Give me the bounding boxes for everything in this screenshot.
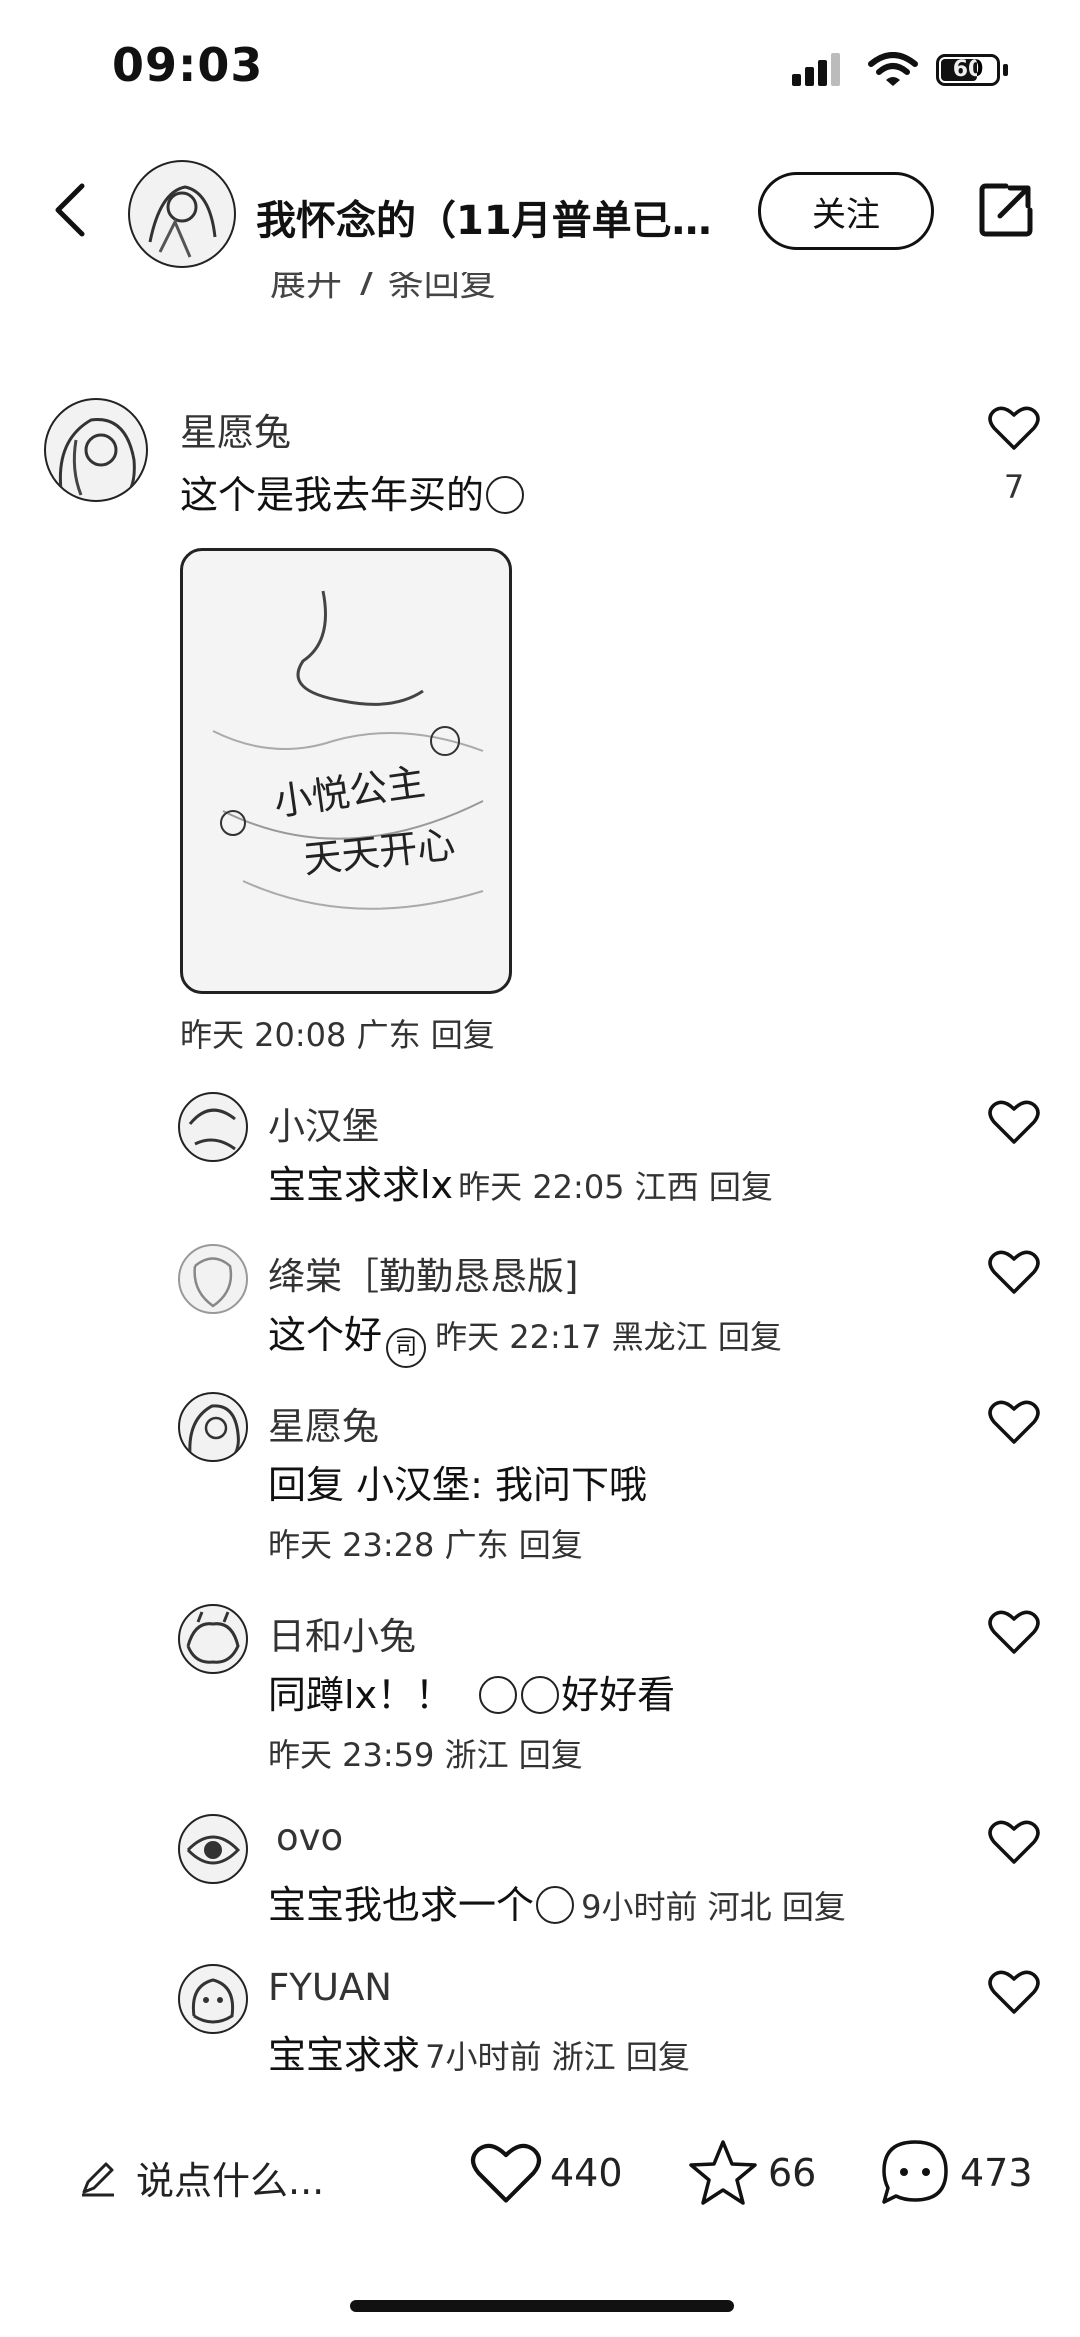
status-time: 09:03 [112, 38, 264, 92]
post-like-button[interactable]: 440 [470, 2140, 623, 2206]
reply-avatar[interactable] [178, 1244, 248, 1314]
reply-meta: 昨天 23:59 浙江 回复 [268, 1736, 583, 1774]
comment-username[interactable]: 星愿兔 [180, 402, 291, 456]
pencil-icon [82, 2162, 114, 2196]
comment-text: 这个是我去年买的 [180, 464, 526, 519]
like-icon[interactable] [988, 1818, 1040, 1866]
reply-username[interactable]: 绛棠［勤勤恳恳版] [268, 1246, 578, 1300]
signal-icon [792, 52, 842, 86]
reply-avatar[interactable] [178, 1604, 248, 1674]
reply-username[interactable]: 星愿兔 [268, 1396, 379, 1450]
reply-body: 宝宝求求lx 昨天 22:05 江西 回复 [268, 1163, 773, 1207]
post-favorite-button[interactable]: 66 [686, 2136, 816, 2210]
author-avatar[interactable] [128, 160, 236, 268]
like-icon[interactable] [988, 1398, 1040, 1446]
input-placeholder: 说点什么... [136, 2159, 325, 2203]
sticker-emoji [486, 476, 525, 514]
expand-replies-partial[interactable]: 展开 7 条回复 [270, 272, 570, 300]
like-icon[interactable] [988, 1098, 1040, 1146]
reply-avatar[interactable] [178, 1814, 248, 1884]
share-icon[interactable] [976, 180, 1036, 240]
like-icon[interactable] [988, 1968, 1040, 2016]
comment-meta: 昨天 20:08 广东 回复 [180, 1016, 495, 1054]
like-icon[interactable] [988, 1608, 1040, 1656]
reply-avatar[interactable] [178, 1392, 248, 1462]
sticker-emoji [521, 1676, 560, 1714]
heart-icon [470, 2143, 542, 2203]
back-icon[interactable] [50, 180, 90, 240]
star-icon [689, 2140, 757, 2205]
home-indicator [350, 2300, 734, 2312]
reply-username[interactable]: ovo [276, 1816, 343, 1859]
reply-username[interactable]: 小汉堡 [268, 1096, 379, 1150]
reply-meta: 昨天 23:28 广东 回复 [268, 1526, 583, 1564]
reply-text: 回复 小汉堡: 我问下哦 [268, 1463, 647, 1507]
comment-input[interactable]: 说点什么... [78, 2150, 324, 2205]
sticker-emoji [479, 1676, 518, 1714]
like-count: 440 [550, 2151, 623, 2195]
comment-count: 473 [960, 2151, 1033, 2195]
like-count: 7 [1003, 468, 1025, 506]
wifi-icon [868, 52, 918, 86]
comment-avatar[interactable] [44, 398, 148, 502]
battery-icon: 60 [936, 54, 1010, 86]
post-title: 我怀念的（11月普单已… [256, 198, 712, 244]
post-comment-button[interactable]: 473 [878, 2136, 1033, 2210]
reply-avatar[interactable] [178, 1092, 248, 1162]
favorite-count: 66 [768, 2151, 817, 2195]
comment-bubble-icon [882, 2140, 948, 2204]
sticker-emoji [536, 1886, 575, 1924]
reply-username[interactable]: 日和小兔 [268, 1606, 416, 1660]
like-icon[interactable] [988, 1248, 1040, 1296]
like-icon[interactable] [988, 404, 1040, 452]
reply-username[interactable]: FYUAN [268, 1966, 392, 2009]
stamp-emoji: 司 [386, 1328, 427, 1368]
battery-level: 60 [952, 57, 984, 82]
reply-body: 这个好司 昨天 22:17 黑龙江 回复 [268, 1304, 782, 1368]
reply-avatar[interactable] [178, 1964, 248, 2034]
reply-text: 同蹲lx！！ 好好看 [268, 1673, 676, 1717]
reply-body: 宝宝求求 7小时前 浙江 回复 [268, 2033, 690, 2077]
reply-body: 宝宝我也求一个 9小时前 河北 回复 [268, 1883, 846, 1927]
comment-image[interactable]: 小悦公主 天天开心 [180, 548, 512, 994]
follow-button[interactable]: 关注 [758, 172, 934, 250]
